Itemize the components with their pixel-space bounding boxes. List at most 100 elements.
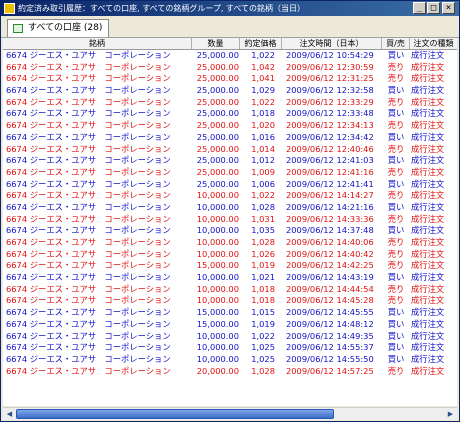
- tab-all-accounts[interactable]: すべての口座 (28): [7, 19, 110, 37]
- cell-side: 買い: [387, 272, 405, 283]
- column-header-price[interactable]: 約定価格: [240, 38, 282, 49]
- cell-side: 買い: [387, 225, 405, 236]
- table-row[interactable]: 6674 ジーエス・ユアサ コーポレーション 25,000.00 1,014 2009…: [3, 144, 457, 156]
- table-row[interactable]: 6674 ジーエス・ユアサ コーポレーション 10,000.00 1,025 2009…: [3, 354, 457, 366]
- table-row[interactable]: 6674 ジーエス・ユアサ コーポレーション 10,000.00 1,028 2009…: [3, 202, 457, 214]
- table-row[interactable]: 6674 ジーエス・ユアサ コーポレーション 25,000.00 1,022 2009…: [3, 50, 457, 62]
- cell-quantity: 25,000.00: [196, 131, 239, 142]
- column-header-side[interactable]: 買/売: [382, 38, 410, 49]
- cell-quantity: 25,000.00: [196, 166, 239, 177]
- cell-symbol: 6674 ジーエス・ユアサ コーポレーション: [6, 96, 171, 107]
- table-row[interactable]: 6674 ジーエス・ユアサ コーポレーション 25,000.00 1,012 2009…: [3, 155, 457, 167]
- cell-quantity: 20,000.00: [196, 365, 239, 376]
- table-row[interactable]: 6674 ジーエス・ユアサ コーポレーション 25,000.00 1,016 2009…: [3, 132, 457, 144]
- tab-bar: すべての口座 (28): [1, 16, 459, 38]
- cell-price: 1,018: [251, 295, 275, 306]
- table-row[interactable]: 6674 ジーエス・ユアサ コーポレーション 10,000.00 1,022 2009…: [3, 331, 457, 343]
- cell-side: 売り: [387, 96, 405, 107]
- cell-order-time: 2009/06/12 14:40:42: [286, 248, 374, 259]
- close-button[interactable]: ×: [442, 2, 455, 14]
- cell-price: 1,029: [251, 85, 275, 96]
- column-header-symbol[interactable]: 銘柄: [3, 38, 192, 49]
- cell-symbol: 6674 ジーエス・ユアサ コーポレーション: [6, 365, 171, 376]
- cell-side: 買い: [387, 155, 405, 166]
- cell-order-type: 成行注文: [411, 342, 445, 353]
- table-row[interactable]: 6674 ジーエス・ユアサ コーポレーション 15,000.00 1,019 2009…: [3, 319, 457, 331]
- cell-side: 売り: [387, 166, 405, 177]
- cell-price: 1,042: [251, 61, 275, 72]
- scroll-thumb[interactable]: [16, 409, 334, 419]
- table-row[interactable]: 6674 ジーエス・ユアサ コーポレーション 10,000.00 1,035 2009…: [3, 225, 457, 237]
- cell-side: 売り: [387, 143, 405, 154]
- cell-order-type: 成行注文: [411, 295, 445, 306]
- cell-order-time: 2009/06/12 14:45:55: [286, 307, 374, 318]
- table-row[interactable]: 6674 ジーエス・ユアサ コーポレーション 25,000.00 1,022 2009…: [3, 97, 457, 109]
- cell-symbol: 6674 ジーエス・ユアサ コーポレーション: [6, 237, 171, 247]
- cell-quantity: 25,000.00: [196, 85, 239, 96]
- maximize-button[interactable]: □: [427, 2, 440, 14]
- cell-order-type: 成行注文: [411, 272, 445, 283]
- cell-order-time: 2009/06/12 12:40:46: [286, 143, 374, 154]
- table-row[interactable]: 6674 ジーエス・ユアサ コーポレーション 15,000.00 1,019 2009…: [3, 260, 457, 272]
- cell-order-type: 成行注文: [411, 131, 445, 142]
- cell-side: 買い: [387, 318, 405, 329]
- table-row[interactable]: 6674 ジーエス・ユアサ コーポレーション 25,000.00 1,009 2009…: [3, 167, 457, 179]
- table-row[interactable]: 6674 ジーエス・ユアサ コーポレーション 10,000.00 1,031 2009…: [3, 214, 457, 226]
- cell-order-time: 2009/06/12 14:45:28: [286, 295, 374, 306]
- scroll-left-arrow-icon[interactable]: ◀: [4, 408, 15, 420]
- cell-quantity: 15,000.00: [196, 318, 239, 329]
- tab-label: すべての口座 (28): [28, 23, 103, 33]
- cell-price: 1,041: [251, 73, 275, 84]
- cell-quantity: 10,000.00: [196, 295, 239, 306]
- cell-side: 買い: [387, 85, 405, 96]
- table-row[interactable]: 6674 ジーエス・ユアサ コーポレーション 25,000.00 1,006 2009…: [3, 179, 457, 191]
- title-bar[interactable]: 約定済み取引履歴：すべての口座, すべての銘柄グループ, すべての銘柄（当日） …: [1, 1, 459, 16]
- cell-side: 売り: [387, 248, 405, 259]
- scroll-right-arrow-icon[interactable]: ▶: [445, 408, 456, 420]
- cell-symbol: 6674 ジーエス・ユアサ コーポレーション: [6, 248, 171, 259]
- column-header-order-time[interactable]: 注文時間（日本）: [282, 38, 382, 49]
- cell-quantity: 25,000.00: [196, 61, 239, 72]
- cell-side: 買い: [387, 108, 405, 119]
- cell-quantity: 15,000.00: [196, 260, 239, 271]
- table-row[interactable]: 6674 ジーエス・ユアサ コーポレーション 10,000.00 1,022 2009…: [3, 190, 457, 202]
- cell-side: 買い: [387, 178, 405, 189]
- cell-side: 売り: [387, 73, 405, 84]
- cell-side: 買い: [387, 201, 405, 212]
- column-header-order-type[interactable]: 注文の種類: [410, 38, 457, 49]
- cell-order-time: 2009/06/12 12:41:41: [286, 178, 374, 189]
- table-row[interactable]: 6674 ジーエス・ユアサ コーポレーション 20,000.00 1,028 2009…: [3, 366, 457, 378]
- table-row[interactable]: 6674 ジーエス・ユアサ コーポレーション 10,000.00 1,028 2009…: [3, 237, 457, 249]
- cell-symbol: 6674 ジーエス・ユアサ コーポレーション: [6, 166, 171, 177]
- cell-quantity: 10,000.00: [196, 330, 239, 341]
- column-header-quantity[interactable]: 数量: [192, 38, 240, 49]
- cell-price: 1,022: [251, 190, 275, 201]
- cell-symbol: 6674 ジーエス・ユアサ コーポレーション: [6, 295, 171, 306]
- cell-order-time: 2009/06/12 14:44:54: [286, 283, 374, 294]
- table-row[interactable]: 6674 ジーエス・ユアサ コーポレーション 25,000.00 1,029 2009…: [3, 85, 457, 97]
- cell-price: 1,018: [251, 283, 275, 294]
- table-row[interactable]: 6674 ジーエス・ユアサ コーポレーション 10,000.00 1,021 2009…: [3, 272, 457, 284]
- cell-order-time: 2009/06/12 14:14:27: [286, 190, 374, 201]
- cell-quantity: 25,000.00: [196, 178, 239, 189]
- table-row[interactable]: 6674 ジーエス・ユアサ コーポレーション 25,000.00 1,041 2009…: [3, 73, 457, 85]
- table-row[interactable]: 6674 ジーエス・ユアサ コーポレーション 25,000.00 1,020 2009…: [3, 120, 457, 132]
- table-row[interactable]: 6674 ジーエス・ユアサ コーポレーション 10,000.00 1,018 2009…: [3, 295, 457, 307]
- cell-order-time: 2009/06/12 12:33:29: [286, 96, 374, 107]
- table-row[interactable]: 6674 ジーエス・ユアサ コーポレーション 10,000.00 1,026 2009…: [3, 249, 457, 261]
- cell-quantity: 25,000.00: [196, 143, 239, 154]
- table-row[interactable]: 6674 ジーエス・ユアサ コーポレーション 10,000.00 1,018 2009…: [3, 284, 457, 296]
- cell-symbol: 6674 ジーエス・ユアサ コーポレーション: [6, 283, 171, 294]
- cell-quantity: 10,000.00: [196, 237, 239, 247]
- cell-side: 買い: [387, 131, 405, 142]
- table-row[interactable]: 6674 ジーエス・ユアサ コーポレーション 25,000.00 1,018 2009…: [3, 108, 457, 120]
- table-row[interactable]: 6674 ジーエス・ユアサ コーポレーション 15,000.00 1,015 2009…: [3, 307, 457, 319]
- cell-quantity: 10,000.00: [196, 272, 239, 283]
- cell-symbol: 6674 ジーエス・ユアサ コーポレーション: [6, 178, 171, 189]
- cell-symbol: 6674 ジーエス・ユアサ コーポレーション: [6, 85, 171, 96]
- horizontal-scrollbar[interactable]: ◀ ▶: [3, 407, 457, 420]
- table-row[interactable]: 6674 ジーエス・ユアサ コーポレーション 10,000.00 1,025 2009…: [3, 342, 457, 354]
- cell-side: 買い: [387, 342, 405, 353]
- table-row[interactable]: 6674 ジーエス・ユアサ コーポレーション 25,000.00 1,042 2009…: [3, 62, 457, 74]
- minimize-button[interactable]: _: [413, 2, 426, 14]
